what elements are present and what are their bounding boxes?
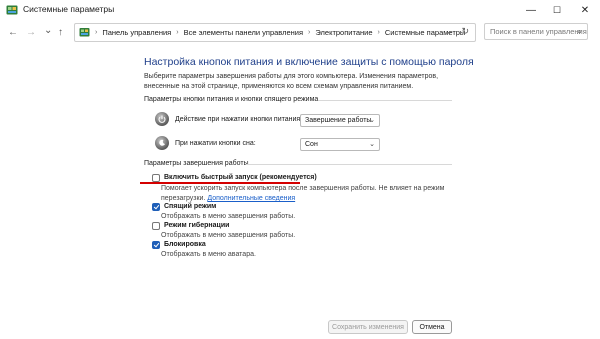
- address-history-icon[interactable]: ⌄: [445, 26, 453, 37]
- hibernate-checkbox[interactable]: [152, 222, 160, 230]
- hibernate-label[interactable]: Режим гибернации: [164, 222, 229, 229]
- breadcrumb-separator-icon: ›: [377, 29, 380, 36]
- sleep-button-action-select[interactable]: Сон ⌄: [300, 138, 380, 151]
- power-buttons-section-title: Параметры кнопки питания и кнопки спящег…: [144, 96, 319, 103]
- fast-startup-checkbox[interactable]: [152, 174, 160, 182]
- sleep-checkbox[interactable]: [152, 203, 160, 211]
- search-input[interactable]: Поиск в панели управления ⌕: [484, 23, 588, 40]
- shutdown-section-title: Параметры завершения работы: [144, 160, 249, 167]
- lock-checkbox[interactable]: [152, 241, 160, 249]
- control-panel-small-icon: [79, 28, 90, 37]
- section-divider: [318, 100, 452, 101]
- close-button[interactable]: ✕: [574, 0, 596, 20]
- power-button-icon: [155, 112, 169, 126]
- control-panel-icon: [6, 5, 18, 15]
- system-settings-window: Системные параметры — ☐ ✕ ← → ⌄ ↑ › Пане…: [0, 0, 600, 339]
- search-icon[interactable]: ⌕: [577, 26, 582, 37]
- window-title: Системные параметры: [23, 4, 115, 14]
- lock-label[interactable]: Блокировка: [164, 241, 206, 248]
- sleep-label[interactable]: Спящий режим: [164, 203, 216, 210]
- chevron-down-icon: ⌄: [369, 117, 375, 124]
- save-changes-button[interactable]: Сохранить изменения: [328, 320, 408, 334]
- power-button-action-select[interactable]: Завершение работы ⌄: [300, 114, 380, 127]
- fast-startup-desc-text2: перезагрузки.: [161, 195, 206, 202]
- fast-startup-label[interactable]: Включить быстрый запуск (рекомендуется): [164, 174, 317, 181]
- sleep-button-label: При нажатии кнопки сна:: [175, 140, 256, 147]
- breadcrumb-separator-icon: ›: [308, 29, 311, 36]
- up-icon[interactable]: ↑: [58, 27, 63, 38]
- fast-startup-desc-text: Помогает ускорить запуск компьютера посл…: [161, 185, 445, 192]
- sleep-description: Отображать в меню завершения работы.: [161, 213, 296, 220]
- breadcrumb[interactable]: › Панель управления › Все элементы панел…: [74, 23, 476, 42]
- breadcrumb-item[interactable]: Все элементы панели управления: [184, 28, 303, 37]
- title-bar: Системные параметры — ☐ ✕: [0, 0, 600, 20]
- lock-description: Отображать в меню аватара.: [161, 251, 256, 258]
- maximize-button[interactable]: ☐: [546, 0, 568, 20]
- back-icon[interactable]: ←: [8, 27, 18, 38]
- forward-icon[interactable]: →: [26, 27, 36, 38]
- fast-startup-description: Помогает ускорить запуск компьютера посл…: [161, 184, 461, 204]
- sleep-button-icon: [155, 136, 169, 150]
- breadcrumb-item[interactable]: Системные параметры: [385, 28, 465, 37]
- breadcrumb-item[interactable]: Электропитание: [315, 28, 372, 37]
- breadcrumb-item[interactable]: Панель управления: [102, 28, 171, 37]
- breadcrumb-separator-icon: ›: [176, 29, 179, 36]
- chevron-down-icon: ⌄: [369, 141, 375, 148]
- page-title: Настройка кнопок питания и включение защ…: [144, 56, 474, 68]
- section-divider: [246, 164, 452, 165]
- minimize-button[interactable]: —: [520, 0, 542, 20]
- recent-locations-icon[interactable]: ⌄: [44, 25, 52, 36]
- sleep-button-action-value: Сон: [305, 141, 318, 148]
- cancel-button[interactable]: Отмена: [412, 320, 452, 334]
- search-placeholder: Поиск в панели управления: [490, 27, 587, 36]
- hibernate-description: Отображать в меню завершения работы.: [161, 232, 296, 239]
- power-button-action-value: Завершение работы: [305, 117, 372, 124]
- breadcrumb-separator-icon: ›: [95, 29, 98, 36]
- page-description: Выберите параметры завершения работы для…: [144, 73, 439, 90]
- power-button-label: Действие при нажатии кнопки питания:: [175, 116, 303, 123]
- more-info-link[interactable]: Дополнительные сведения: [207, 195, 295, 202]
- refresh-icon[interactable]: ↻: [461, 26, 469, 37]
